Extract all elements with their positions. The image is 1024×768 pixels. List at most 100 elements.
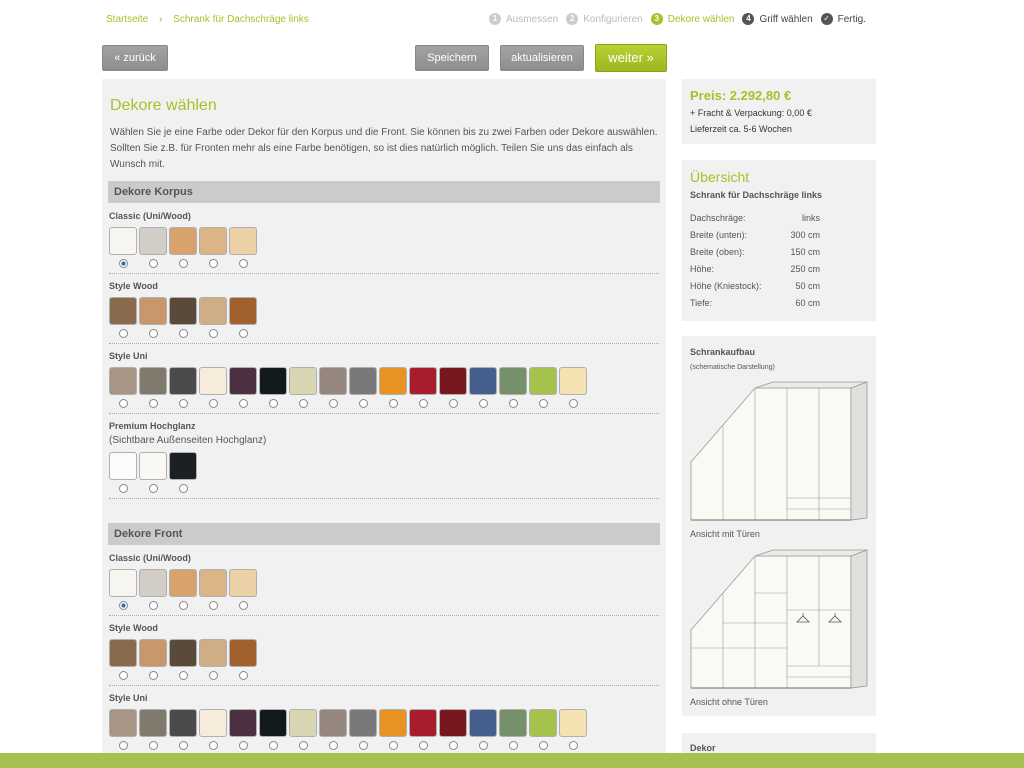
- swatch-radio[interactable]: [568, 399, 578, 408]
- decor-swatch[interactable]: [139, 709, 167, 750]
- swatch-color[interactable]: [529, 709, 557, 737]
- decor-swatch[interactable]: [109, 227, 137, 268]
- swatch-radio[interactable]: [178, 484, 188, 493]
- decor-swatch[interactable]: [259, 709, 287, 750]
- swatch-color[interactable]: [199, 639, 227, 667]
- swatch-radio[interactable]: [508, 399, 518, 408]
- swatch-color[interactable]: [169, 297, 197, 325]
- decor-swatch[interactable]: [199, 639, 227, 680]
- swatch-color[interactable]: [109, 227, 137, 255]
- decor-swatch[interactable]: [559, 367, 587, 408]
- swatch-color[interactable]: [229, 569, 257, 597]
- decor-swatch[interactable]: [529, 709, 557, 750]
- decor-swatch[interactable]: [499, 367, 527, 408]
- swatch-radio[interactable]: [238, 329, 248, 338]
- swatch-radio[interactable]: [178, 259, 188, 268]
- decor-swatch[interactable]: [229, 367, 257, 408]
- swatch-radio[interactable]: [508, 741, 518, 750]
- step-dekore-waehlen[interactable]: 3 Dekore wählen: [650, 13, 734, 25]
- decor-swatch[interactable]: [169, 227, 197, 268]
- swatch-radio[interactable]: [178, 741, 188, 750]
- decor-swatch[interactable]: [229, 639, 257, 680]
- step-griff-waehlen[interactable]: 4 Griff wählen: [742, 13, 813, 25]
- swatch-radio[interactable]: [178, 671, 188, 680]
- swatch-radio[interactable]: [118, 399, 128, 408]
- decor-swatch[interactable]: [229, 227, 257, 268]
- swatch-color[interactable]: [139, 639, 167, 667]
- swatch-color[interactable]: [259, 709, 287, 737]
- swatch-radio[interactable]: [538, 399, 548, 408]
- decor-swatch[interactable]: [229, 569, 257, 610]
- swatch-color[interactable]: [409, 367, 437, 395]
- swatch-color[interactable]: [139, 227, 167, 255]
- swatch-radio[interactable]: [148, 259, 158, 268]
- swatch-radio[interactable]: [208, 399, 218, 408]
- swatch-radio[interactable]: [328, 399, 338, 408]
- decor-swatch[interactable]: [109, 569, 137, 610]
- decor-swatch[interactable]: [499, 709, 527, 750]
- swatch-radio[interactable]: [298, 399, 308, 408]
- step-fertig[interactable]: ✓ Fertig.: [820, 13, 866, 25]
- swatch-radio[interactable]: [358, 741, 368, 750]
- swatch-radio[interactable]: [118, 259, 128, 268]
- decor-swatch[interactable]: [529, 367, 557, 408]
- swatch-color[interactable]: [409, 709, 437, 737]
- swatch-color[interactable]: [199, 367, 227, 395]
- swatch-radio[interactable]: [238, 671, 248, 680]
- decor-swatch[interactable]: [559, 709, 587, 750]
- swatch-radio[interactable]: [568, 741, 578, 750]
- swatch-color[interactable]: [109, 639, 137, 667]
- next-button[interactable]: weiter »: [595, 44, 667, 72]
- swatch-color[interactable]: [139, 367, 167, 395]
- swatch-radio[interactable]: [238, 741, 248, 750]
- decor-swatch[interactable]: [139, 639, 167, 680]
- swatch-radio[interactable]: [478, 399, 488, 408]
- swatch-color[interactable]: [529, 367, 557, 395]
- decor-swatch[interactable]: [349, 709, 377, 750]
- swatch-radio[interactable]: [208, 329, 218, 338]
- swatch-color[interactable]: [289, 709, 317, 737]
- swatch-color[interactable]: [289, 367, 317, 395]
- swatch-color[interactable]: [439, 709, 467, 737]
- swatch-radio[interactable]: [208, 259, 218, 268]
- decor-swatch[interactable]: [199, 709, 227, 750]
- swatch-radio[interactable]: [178, 329, 188, 338]
- swatch-radio[interactable]: [208, 601, 218, 610]
- decor-swatch[interactable]: [109, 709, 137, 750]
- decor-swatch[interactable]: [379, 367, 407, 408]
- swatch-color[interactable]: [139, 569, 167, 597]
- back-button[interactable]: « zurück: [102, 45, 168, 71]
- swatch-radio[interactable]: [118, 671, 128, 680]
- swatch-color[interactable]: [319, 367, 347, 395]
- swatch-radio[interactable]: [358, 399, 368, 408]
- swatch-color[interactable]: [169, 639, 197, 667]
- swatch-color[interactable]: [259, 367, 287, 395]
- decor-swatch[interactable]: [349, 367, 377, 408]
- swatch-radio[interactable]: [328, 741, 338, 750]
- swatch-color[interactable]: [439, 367, 467, 395]
- swatch-color[interactable]: [499, 367, 527, 395]
- decor-swatch[interactable]: [169, 367, 197, 408]
- decor-swatch[interactable]: [139, 297, 167, 338]
- decor-swatch[interactable]: [139, 367, 167, 408]
- swatch-radio[interactable]: [298, 741, 308, 750]
- decor-swatch[interactable]: [169, 639, 197, 680]
- decor-swatch[interactable]: [139, 227, 167, 268]
- swatch-radio[interactable]: [208, 741, 218, 750]
- swatch-color[interactable]: [199, 297, 227, 325]
- swatch-color[interactable]: [229, 639, 257, 667]
- swatch-color[interactable]: [109, 709, 137, 737]
- decor-swatch[interactable]: [439, 709, 467, 750]
- decor-swatch[interactable]: [469, 709, 497, 750]
- swatch-radio[interactable]: [268, 399, 278, 408]
- swatch-color[interactable]: [499, 709, 527, 737]
- swatch-radio[interactable]: [148, 484, 158, 493]
- decor-swatch[interactable]: [289, 367, 317, 408]
- decor-swatch[interactable]: [289, 709, 317, 750]
- decor-swatch[interactable]: [169, 297, 197, 338]
- swatch-radio[interactable]: [448, 741, 458, 750]
- save-button[interactable]: Speichern: [415, 45, 489, 71]
- breadcrumb-home-link[interactable]: Startseite: [106, 14, 148, 25]
- decor-swatch[interactable]: [169, 569, 197, 610]
- swatch-radio[interactable]: [538, 741, 548, 750]
